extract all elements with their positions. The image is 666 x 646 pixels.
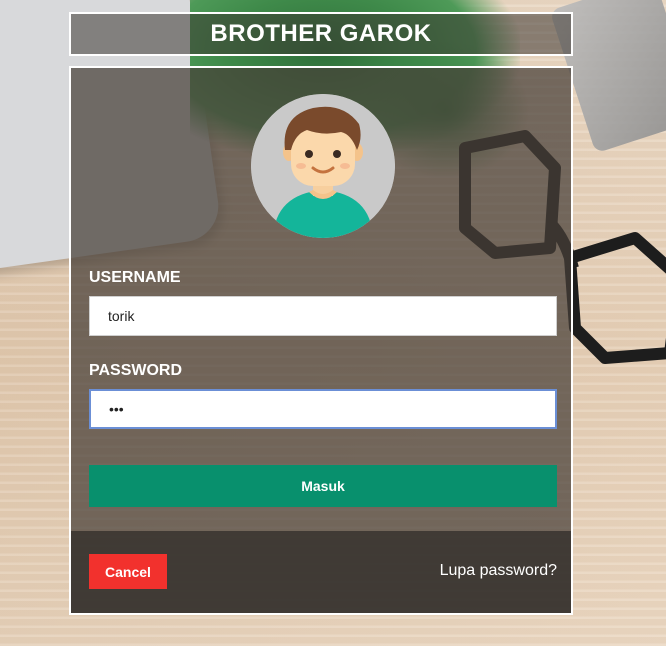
user-avatar-icon (251, 94, 395, 238)
login-submit-button[interactable]: Masuk (89, 465, 557, 507)
password-input[interactable] (89, 389, 557, 429)
cancel-button[interactable]: Cancel (89, 554, 167, 589)
password-label: PASSWORD (89, 362, 183, 379)
login-panel: USERNAME PASSWORD Masuk Cancel Lupa pass… (69, 66, 573, 615)
username-input[interactable] (89, 296, 557, 336)
forgot-password-link[interactable]: Lupa password? (440, 562, 557, 580)
site-title-bar: BROTHER GAROK (69, 12, 573, 56)
site-title: BROTHER GAROK (210, 20, 432, 47)
username-label: USERNAME (89, 269, 181, 286)
